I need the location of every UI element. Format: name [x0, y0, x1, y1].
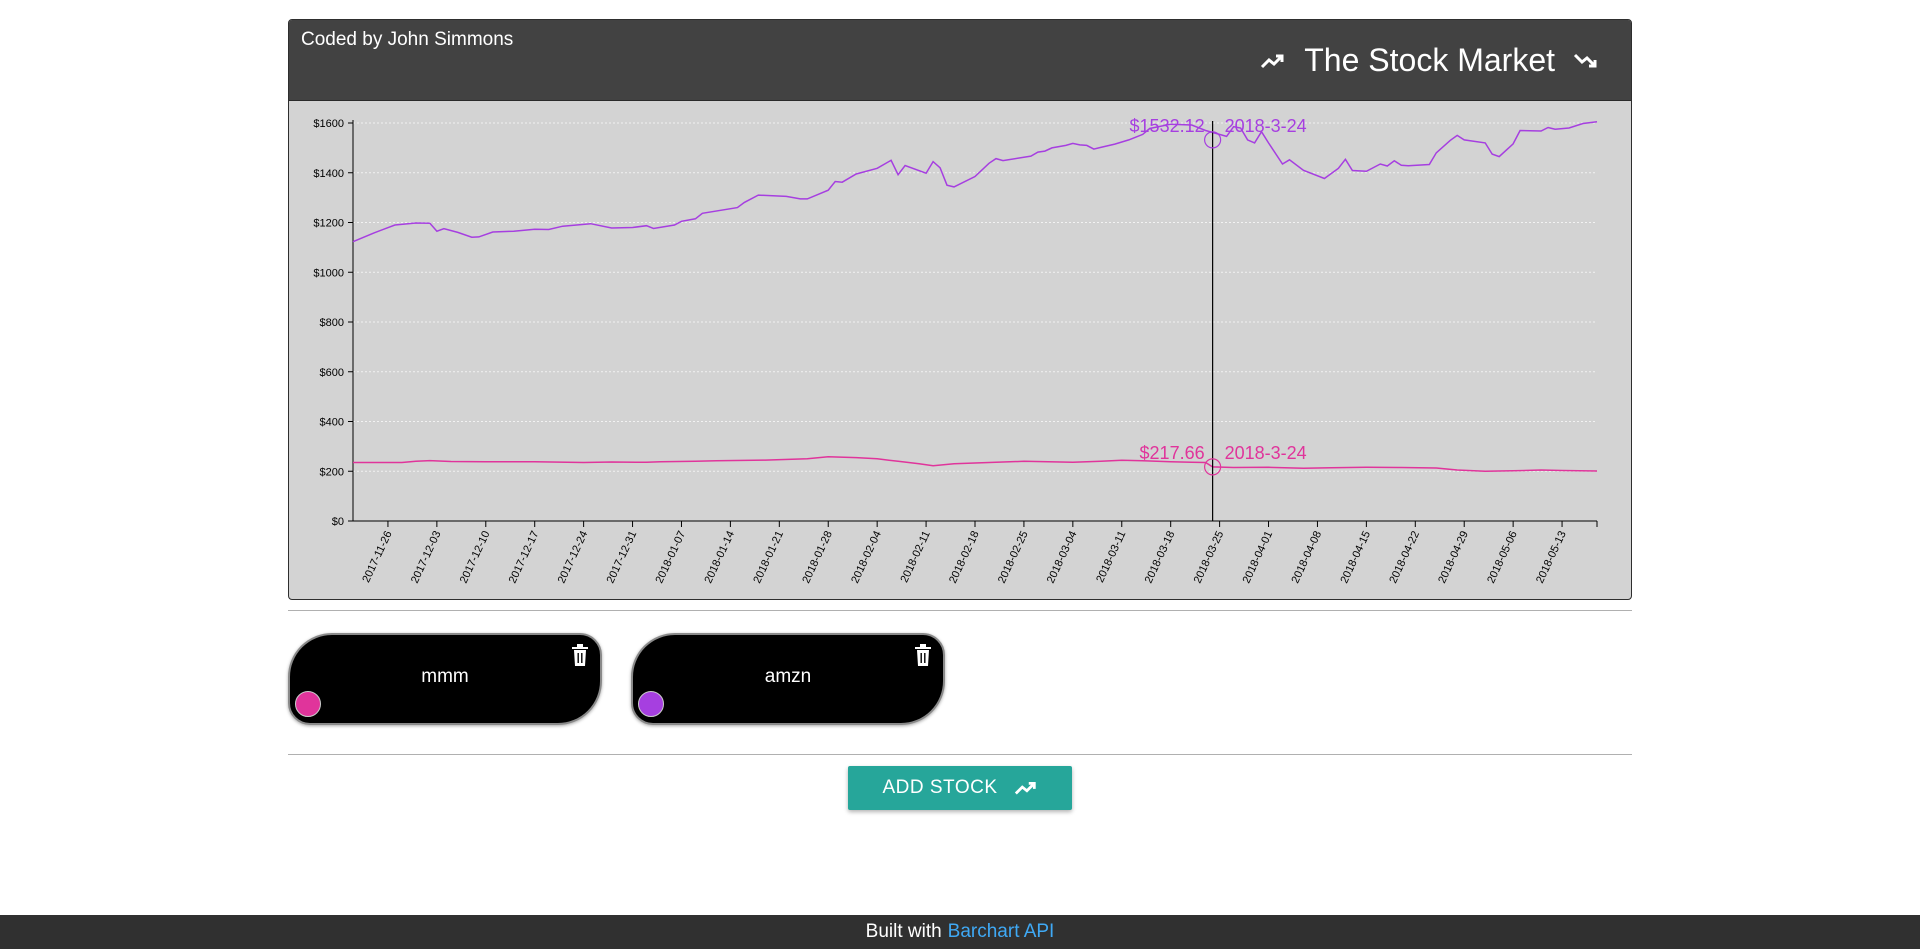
credit-text: Coded by John Simmons [301, 29, 514, 50]
color-dot [638, 691, 664, 717]
x-tick-label: 2018-01-07 [654, 529, 689, 585]
x-tick-label: 2018-04-29 [1436, 529, 1471, 585]
x-tick-label: 2018-02-18 [947, 529, 982, 585]
x-tick-label: 2018-04-22 [1387, 529, 1422, 585]
stock-cards: mmm amzn [288, 611, 1632, 754]
stock-card-amzn[interactable]: amzn [631, 633, 945, 725]
x-tick-label: 2018-02-04 [849, 529, 884, 585]
app-container: Coded by John Simmons The Stock Market $… [288, 19, 1632, 825]
button-row: ADD STOCK [288, 755, 1632, 825]
x-tick-label: 2017-12-10 [458, 529, 493, 585]
x-tick-label: 2018-01-28 [800, 529, 835, 585]
barchart-api-link[interactable]: Barchart API [948, 921, 1055, 943]
footer-text: Built with [865, 921, 942, 942]
x-tick-label: 2018-05-13 [1534, 529, 1569, 585]
stock-symbol: amzn [764, 666, 812, 687]
trending-down-icon [1573, 53, 1599, 69]
x-tick-label: 2017-12-31 [605, 529, 640, 585]
series-line-mmm [353, 456, 1598, 473]
tooltip-value-amzn: $1532.12 [1130, 116, 1205, 136]
y-tick-label: $1400 [313, 168, 344, 180]
header-bar: Coded by John Simmons The Stock Market [289, 20, 1631, 101]
stock-chart[interactable]: $0 $200 $400 $600 $800 $1000 $1200 $1400 $1600 20… [289, 101, 1631, 598]
x-tick-label: 2018-03-04 [1045, 529, 1080, 585]
x-tick-label: 2017-12-17 [507, 529, 542, 585]
x-tick-label: 2018-02-11 [898, 529, 932, 584]
x-tick-label: 2018-04-15 [1338, 529, 1373, 585]
trash-icon[interactable] [570, 643, 590, 667]
chart-panel: Coded by John Simmons The Stock Market $… [288, 19, 1632, 600]
x-tick-label: 2018-03-11 [1094, 529, 1128, 584]
y-tick-label: $1600 [313, 118, 344, 130]
x-tick-label: 2018-01-14 [702, 529, 737, 585]
x-tick-label: 2018-04-01 [1241, 529, 1276, 585]
stock-card-mmm[interactable]: mmm [288, 633, 602, 725]
y-tick-label: $1000 [313, 267, 344, 279]
x-tick-label: 2017-11-26 [360, 529, 394, 584]
x-tick-label: 2018-04-08 [1290, 529, 1325, 585]
x-tick-label: 2017-12-24 [556, 529, 591, 585]
x-tick-label: 2017-12-03 [409, 529, 444, 585]
y-tick-label: $200 [320, 466, 344, 478]
y-tick-label: $400 [320, 417, 344, 429]
y-tick-label: $1200 [313, 218, 344, 230]
tooltip-date-mmm: 2018-3-24 [1225, 443, 1307, 463]
y-tick-label: $0 [332, 516, 344, 528]
tooltip-value-mmm: $217.66 [1140, 443, 1205, 463]
title-group: The Stock Market [1260, 42, 1599, 79]
x-tick-label: 2018-02-25 [996, 529, 1031, 585]
chart-area[interactable]: $0 $200 $400 $600 $800 $1000 $1200 $1400 $1600 20… [289, 101, 1631, 598]
trending-up-icon [1260, 53, 1286, 69]
series-line-amzn [352, 121, 1598, 243]
y-tick-label: $800 [320, 317, 344, 329]
x-tick-label: 2018-03-18 [1143, 529, 1178, 585]
x-tick-label: 2018-05-06 [1485, 529, 1520, 585]
x-tick-label: 2018-03-25 [1192, 529, 1227, 585]
add-stock-button[interactable]: ADD STOCK [848, 766, 1072, 810]
page-title: The Stock Market [1304, 42, 1555, 78]
trash-icon[interactable] [913, 643, 933, 667]
add-stock-label: ADD STOCK [882, 777, 998, 798]
stock-symbol: mmm [421, 666, 469, 687]
color-dot [295, 691, 321, 717]
footer: Built with Barchart API [0, 915, 1920, 949]
y-tick-label: $600 [320, 367, 344, 379]
tooltip-date-amzn: 2018-3-24 [1225, 116, 1307, 136]
x-tick-label: 2018-01-21 [751, 529, 786, 585]
trending-up-icon [1014, 782, 1036, 795]
